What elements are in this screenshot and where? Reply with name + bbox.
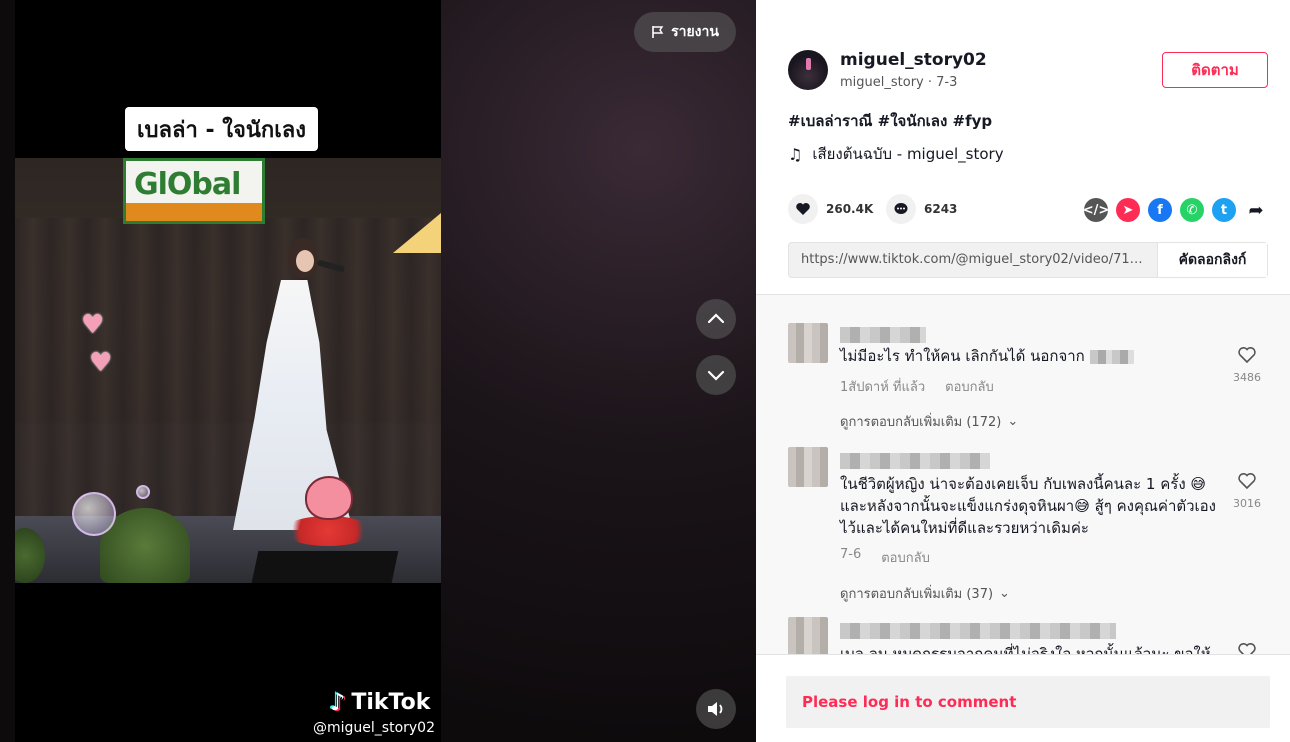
store-sign: GlObal [123, 158, 265, 224]
comment-text: เบล ลม หมดกรรมจากคนที่ไม่จริงใจ หวกนั้นแ… [840, 645, 1211, 654]
heart-character-sticker [305, 476, 353, 520]
tiktok-watermark: ♪ TikTok [330, 688, 431, 716]
heart-outline-icon[interactable] [1237, 471, 1257, 491]
follow-button[interactable]: ติดตาม [1162, 52, 1268, 88]
embed-icon[interactable]: </> [1083, 198, 1109, 222]
heart-sticker: ♥ [81, 310, 105, 340]
watermark-username: @miguel_story02 [313, 720, 435, 736]
comment-avatar[interactable] [788, 617, 828, 654]
flag-icon [652, 26, 664, 38]
speaker-icon [708, 702, 723, 716]
heart-sticker: ♥ [89, 348, 113, 378]
stage-lamp [393, 213, 441, 253]
like-stat[interactable]: 260.4K [788, 194, 873, 224]
comment-time: 1สัปดาห์ ที่แล้ว [840, 380, 926, 395]
next-video-button[interactable] [696, 355, 736, 395]
copy-link-box: https://www.tiktok.com/@miguel_story02/v… [788, 242, 1268, 278]
video-link[interactable]: https://www.tiktok.com/@miguel_story02/v… [789, 243, 1157, 277]
tiktok-logo-icon: ♪ [330, 688, 346, 716]
author-avatar[interactable] [788, 50, 828, 90]
post-caption[interactable]: #เบลล่าราณี #ใจนักเลง #fyp [788, 109, 992, 133]
comment-count: 6243 [924, 202, 958, 216]
like-count: 260.4K [826, 202, 874, 216]
view-more-replies[interactable]: ดูการตอบกลับเพิ่มเติม (37) ⌄ [840, 583, 1010, 604]
comment-username[interactable] [840, 453, 990, 469]
music-link[interactable]: ♫ เสียงต้นฉบับ - miguel_story [788, 142, 1004, 166]
report-button[interactable]: รายงาน [634, 12, 736, 52]
comment-username[interactable] [840, 623, 1116, 639]
send-icon[interactable]: ➤ [1116, 198, 1140, 222]
chevron-up-icon [707, 313, 725, 324]
author-subline: miguel_story · 7-3 [840, 75, 958, 90]
video-title-card: เบลล่า - ใจนักเลง [125, 107, 318, 151]
comment-like[interactable]: 3486 [1232, 345, 1262, 384]
roses-sticker [283, 516, 373, 546]
divider [756, 654, 1290, 655]
whatsapp-icon[interactable]: ✆ [1180, 198, 1204, 222]
comment-stat[interactable]: 6243 [886, 194, 957, 224]
facebook-icon[interactable]: f [1148, 198, 1172, 222]
volume-button[interactable] [696, 689, 736, 729]
tiktok-video-page: GlObal ♥ ♥ เบลล่า - ใจนักเลง ♪ TikTok @m… [0, 0, 1290, 742]
author-nickname: miguel_story [840, 75, 924, 90]
comment-text: ไม่มีอะไร ทำให้คน เลิกกันได้ นอกจาก [840, 345, 1220, 367]
view-more-replies[interactable]: ดูการตอบกลับเพิ่มเติม (172) ⌄ [840, 411, 1018, 432]
comment-list[interactable]: ไม่มีอะไร ทำให้คน เลิกกันได้ นอกจาก 1สัป… [756, 294, 1290, 654]
music-note-icon: ♫ [788, 144, 803, 164]
copy-link-button[interactable]: คัดลอกลิงก์ [1157, 243, 1267, 277]
comment-like[interactable] [1232, 641, 1262, 654]
comment-avatar[interactable] [788, 323, 828, 363]
bubble-sticker [72, 492, 116, 536]
comment-time: 7-6 [840, 547, 862, 562]
heart-outline-icon[interactable] [1237, 345, 1257, 365]
comment-like[interactable]: 3016 [1232, 471, 1262, 510]
stage-speaker [251, 551, 399, 583]
comment-meta: 1สัปดาห์ ที่แล้ว ตอบกลับ [840, 376, 994, 397]
reply-button[interactable]: ตอบกลับ [945, 376, 994, 397]
heart-icon[interactable] [788, 194, 818, 224]
reply-button[interactable]: ตอบกลับ [881, 547, 930, 568]
comment-username[interactable] [840, 327, 926, 343]
post-date: 7-3 [936, 75, 958, 90]
previous-video-button[interactable] [696, 299, 736, 339]
login-to-comment[interactable]: Please log in to comment [786, 676, 1270, 728]
author-username[interactable]: miguel_story02 [840, 50, 987, 70]
chevron-down-icon: ⌄ [999, 586, 1010, 601]
video-frame-image: GlObal ♥ ♥ [15, 158, 441, 583]
bubble-sticker [136, 485, 150, 499]
heart-outline-icon[interactable] [1237, 641, 1257, 654]
share-row: </> ➤ f ✆ t ➦ [1083, 198, 1268, 222]
comment-avatar[interactable] [788, 447, 828, 487]
comment-icon[interactable] [886, 194, 916, 224]
comment-text: ในชีวิตผู้หญิง น่าจะต้องเคยเจ็บ กับเพลงน… [840, 475, 1217, 537]
twitter-icon[interactable]: t [1212, 198, 1236, 222]
chevron-down-icon: ⌄ [1007, 414, 1019, 429]
info-panel: miguel_story02 miguel_story · 7-3 ติดตาม… [756, 0, 1290, 742]
comment-meta: 7-6 ตอบกลับ [840, 547, 930, 568]
video-area: GlObal ♥ ♥ เบลล่า - ใจนักเลง ♪ TikTok @m… [0, 0, 756, 742]
share-arrow-icon[interactable]: ➦ [1244, 198, 1268, 222]
chevron-down-icon [707, 370, 725, 381]
